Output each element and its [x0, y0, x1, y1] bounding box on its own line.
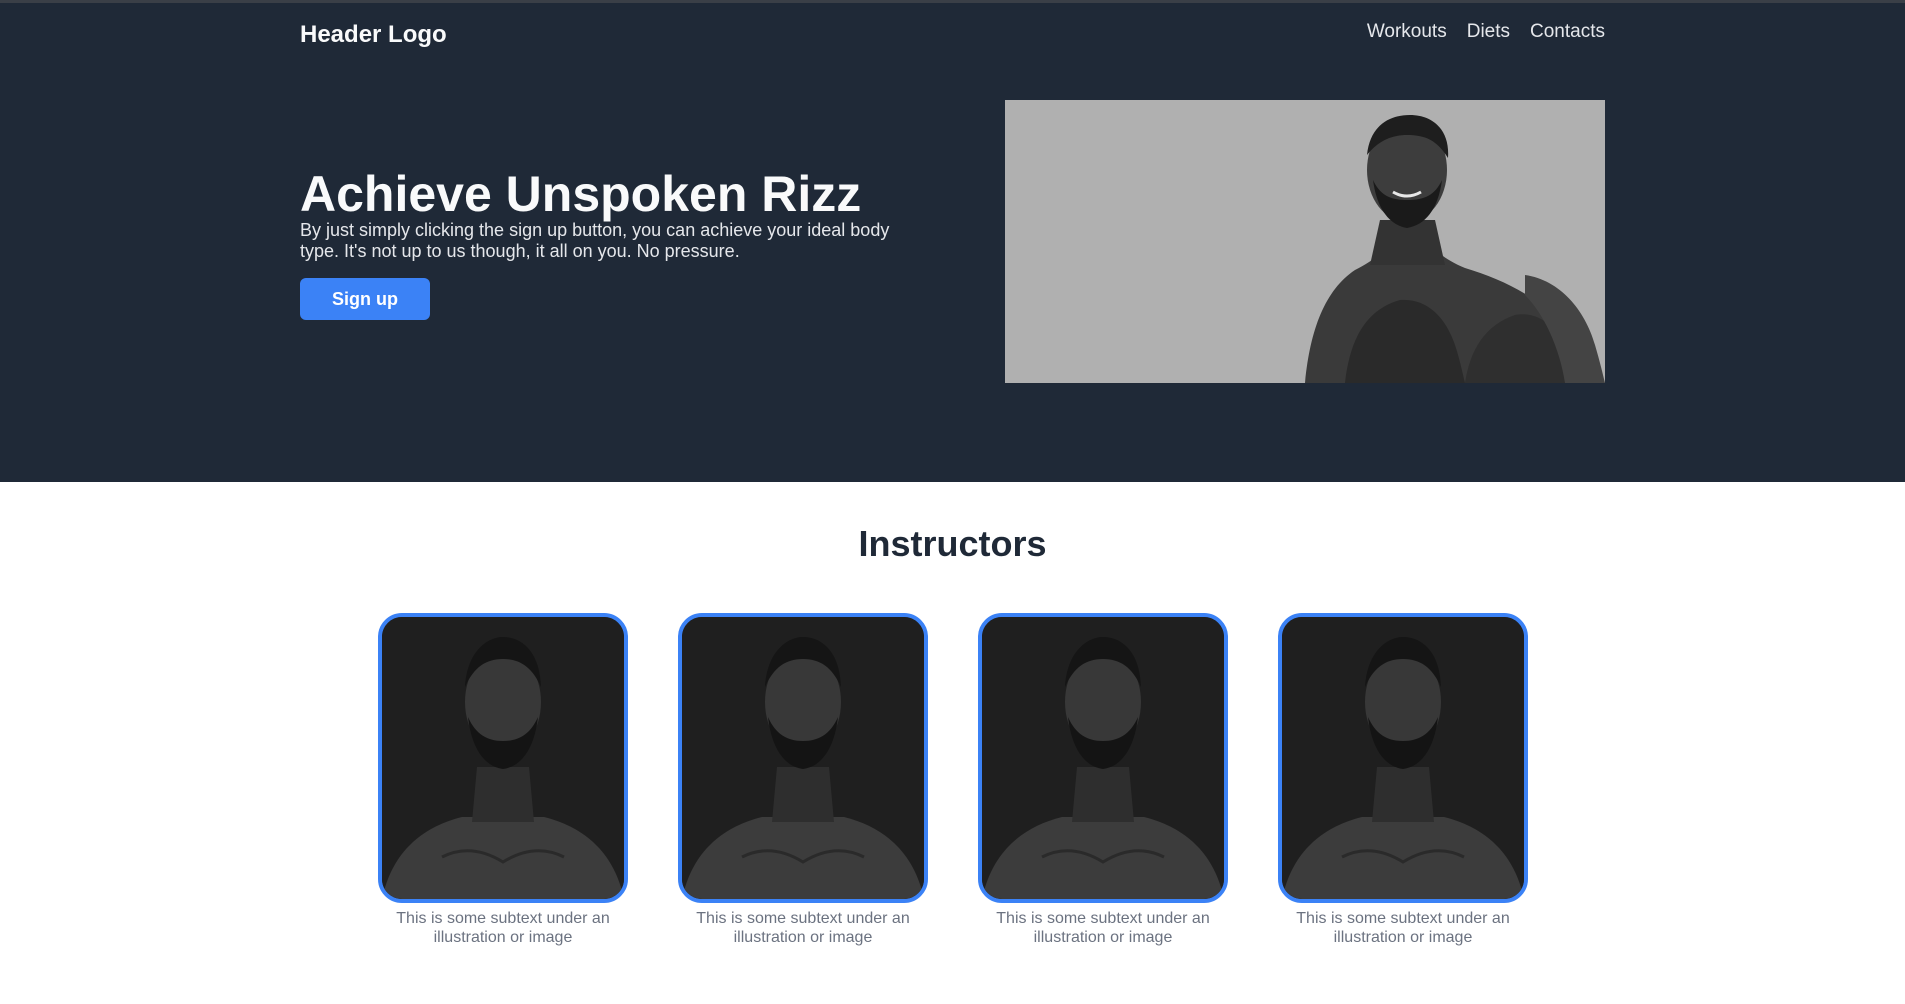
instructor-portrait-icon [1282, 617, 1524, 899]
hero-section: Header Logo Workouts Diets Contacts Achi… [0, 0, 1905, 482]
instructor-image [378, 613, 628, 903]
instructor-caption: This is some subtext under an illustrati… [396, 910, 610, 946]
instructor-caption: This is some subtext under an illustrati… [1296, 910, 1510, 946]
muscular-man-icon [1005, 100, 1605, 383]
instructor-caption: This is some subtext under an illustrati… [996, 910, 1210, 946]
instructor-image [678, 613, 928, 903]
instructor-image [978, 613, 1228, 903]
instructor-image [1278, 613, 1528, 903]
instructor-card[interactable]: This is some subtext under an illustrati… [978, 613, 1228, 947]
instructors-title: Instructors [858, 523, 1047, 564]
nav-workouts[interactable]: Workouts [1367, 20, 1447, 44]
top-border [0, 0, 1905, 3]
hero-image [1005, 100, 1605, 383]
instructor-portrait-icon [982, 617, 1224, 899]
nav-diets[interactable]: Diets [1467, 20, 1510, 44]
instructor-card[interactable]: This is some subtext under an illustrati… [378, 613, 628, 947]
instructor-portrait-icon [682, 617, 924, 899]
hero-subtitle: By just simply clicking the sign up butt… [300, 220, 890, 261]
instructor-cards: This is some subtext under an illustrati… [378, 613, 1528, 947]
instructor-caption: This is some subtext under an illustrati… [696, 910, 910, 946]
instructor-portrait-icon [382, 617, 624, 899]
instructor-card[interactable]: This is some subtext under an illustrati… [1278, 613, 1528, 947]
hero-title: Achieve Unspoken Rizz [300, 166, 862, 222]
signup-button[interactable]: Sign up [300, 278, 430, 320]
header-logo[interactable]: Header Logo [300, 21, 447, 49]
instructor-card[interactable]: This is some subtext under an illustrati… [678, 613, 928, 947]
main-nav: Workouts Diets Contacts [1367, 20, 1605, 44]
nav-contacts[interactable]: Contacts [1530, 20, 1605, 44]
